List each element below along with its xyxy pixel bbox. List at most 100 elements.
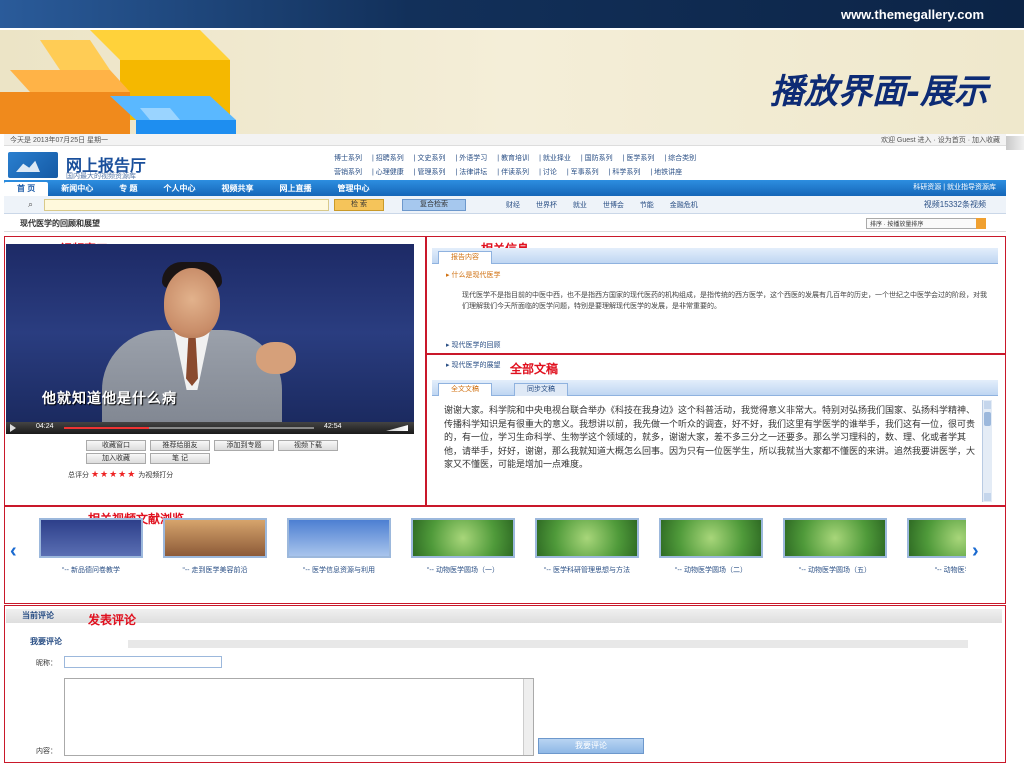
info-row-review[interactable]: ▸ 现代医学的回顾: [446, 340, 500, 350]
category-link[interactable]: 文史系列: [418, 155, 446, 162]
category-link[interactable]: 心理健康: [376, 169, 404, 176]
nav-tab-topics[interactable]: 专 题: [106, 183, 150, 194]
video-caption[interactable]: “-- 动物医学圆场（二）: [656, 566, 766, 575]
related-video-item[interactable]: “-- 动物医学圆场（二）: [656, 518, 766, 575]
video-caption[interactable]: “-- 动物医学（E: [904, 566, 966, 575]
nav-tab-home[interactable]: 首 页: [4, 182, 49, 196]
next-arrow-icon[interactable]: ›: [972, 540, 979, 563]
related-video-item[interactable]: “-- 走到医学美容前沿: [160, 518, 270, 575]
category-link[interactable]: 讨论: [543, 169, 557, 176]
category-link[interactable]: 营销系列: [334, 169, 362, 176]
category-link[interactable]: 外语学习: [459, 155, 487, 162]
category-link[interactable]: 医学系列: [626, 155, 654, 162]
related-video-item[interactable]: “-- 医学科研管理思想与方法: [532, 518, 642, 575]
scroll-down-icon[interactable]: [984, 493, 991, 501]
favorite-button[interactable]: 加入收藏: [86, 453, 146, 464]
recommend-button[interactable]: 推荐给朋友: [150, 440, 210, 451]
related-video-item[interactable]: “-- 动物医学（E: [904, 518, 966, 575]
player-action-buttons: 收藏窗口 推荐给朋友 添加到专题 视频下载 加入收藏 笔 记: [86, 440, 346, 464]
video-title-bar: 现代医学的回顾和展望 排序 · 按播放量排序: [4, 214, 1006, 232]
decorative-cubes-icon: [0, 30, 236, 134]
info-tab[interactable]: 报告内容: [438, 251, 492, 264]
sort-select[interactable]: 排序 · 按播放量排序: [866, 218, 986, 229]
search-icon: ⌕: [28, 199, 34, 209]
category-link[interactable]: 综合类别: [668, 155, 696, 162]
category-link[interactable]: 招聘系列: [376, 155, 404, 162]
hot-word-link[interactable]: 节能: [640, 202, 654, 209]
scroll-thumb[interactable]: [984, 412, 991, 426]
notes-button[interactable]: 笔 记: [150, 453, 210, 464]
nav-tab-admin[interactable]: 管理中心: [324, 183, 382, 194]
video-thumbnail[interactable]: [659, 518, 763, 558]
comment-textarea[interactable]: [64, 678, 534, 756]
category-link[interactable]: 地铁讲座: [654, 169, 682, 176]
sync-text-tab[interactable]: 同步文稿: [514, 383, 568, 396]
video-thumbnail[interactable]: [907, 518, 966, 558]
video-thumbnail[interactable]: [783, 518, 887, 558]
hot-word-link[interactable]: 财经: [506, 202, 520, 209]
nav-tab-share[interactable]: 视频共享: [208, 183, 266, 194]
advanced-search-button[interactable]: 复合检索: [402, 199, 466, 211]
category-link[interactable]: 管理系列: [418, 169, 446, 176]
video-thumbnail[interactable]: [163, 518, 267, 558]
video-player[interactable]: 他就知道他是什么病: [6, 244, 414, 422]
video-caption[interactable]: “-- 医学信息资源与利用: [284, 566, 394, 575]
hot-word-link[interactable]: 就业: [573, 202, 587, 209]
video-thumbnail[interactable]: [411, 518, 515, 558]
related-video-item[interactable]: “-- 动物医学圆场（一）: [408, 518, 518, 575]
hot-words: 财经 世界杯 就业 世博会 节能 金融危机: [506, 200, 712, 210]
search-button[interactable]: 检 索: [334, 199, 384, 211]
category-link[interactable]: 教育培训: [501, 155, 529, 162]
add-to-topic-button[interactable]: 添加到专题: [214, 440, 274, 451]
prev-arrow-icon[interactable]: ‹: [10, 540, 17, 563]
textarea-scrollbar[interactable]: [523, 679, 533, 755]
category-link[interactable]: 军事系列: [571, 169, 599, 176]
category-link[interactable]: 科学系列: [612, 169, 640, 176]
info-row-outlook[interactable]: ▸ 现代医学的展望: [446, 360, 500, 370]
rating-stars-icon[interactable]: ★★★★★: [91, 469, 136, 479]
hot-word-link[interactable]: 金融危机: [670, 202, 698, 209]
fulltext-tab[interactable]: 全文文稿: [438, 383, 492, 396]
nav-tab-live[interactable]: 网上直播: [266, 183, 324, 194]
video-caption[interactable]: “-- 走到医学美容前沿: [160, 566, 270, 575]
site-logo-icon[interactable]: [8, 152, 58, 178]
submit-comment-button[interactable]: 我要评论: [538, 738, 644, 754]
video-caption[interactable]: “-- 动物医学圆场（一）: [408, 566, 518, 575]
slide-url: www.themegallery.com: [840, 7, 984, 22]
volume-icon[interactable]: [386, 425, 408, 431]
scroll-up-icon[interactable]: [984, 401, 991, 409]
nickname-input[interactable]: [64, 656, 222, 668]
category-link[interactable]: 法律讲坛: [459, 169, 487, 176]
video-thumbnail[interactable]: [287, 518, 391, 558]
time-total: 42:54: [324, 423, 342, 430]
related-video-item[interactable]: “-- 医学信息资源与利用: [284, 518, 394, 575]
collect-window-button[interactable]: 收藏窗口: [86, 440, 146, 451]
nav-right-links[interactable]: 科研资源 | 就业指导资源库: [913, 182, 996, 192]
download-button[interactable]: 视频下载: [278, 440, 338, 451]
category-link[interactable]: 博士系列: [334, 155, 362, 162]
rating-label: 总评分: [68, 472, 89, 479]
nav-tab-personal[interactable]: 个人中心: [150, 183, 208, 194]
fulltext-scrollbar[interactable]: [982, 400, 992, 502]
video-caption[interactable]: “-- 医学科研管理思想与方法: [532, 566, 642, 575]
video-thumbnail[interactable]: [39, 518, 143, 558]
related-video-item[interactable]: “-- 新品德问卷教学: [36, 518, 146, 575]
hot-word-link[interactable]: 世博会: [603, 202, 624, 209]
info-row-what[interactable]: ▸ 什么是现代医学: [446, 270, 500, 280]
video-caption[interactable]: “-- 动物医学圆场（五）: [780, 566, 890, 575]
category-link[interactable]: 就业择业: [543, 155, 571, 162]
nav-tab-news[interactable]: 新闻中心: [48, 183, 106, 194]
video-thumbnail[interactable]: [535, 518, 639, 558]
related-video-list: “-- 新品德问卷教学 “-- 走到医学美容前沿 “-- 医学信息资源与利用 “…: [36, 518, 966, 588]
search-input[interactable]: [44, 199, 329, 211]
site-welcome-links[interactable]: 欢迎 Guest 进入 · 设为首页 · 加入收藏: [881, 135, 1000, 145]
related-video-item[interactable]: “-- 动物医学圆场（五）: [780, 518, 890, 575]
play-icon[interactable]: [10, 424, 16, 432]
progress-bar[interactable]: [64, 427, 314, 429]
hot-word-link[interactable]: 世界杯: [536, 202, 557, 209]
category-link[interactable]: 国防系列: [585, 155, 613, 162]
label-full-text: 全部文稿: [510, 362, 559, 376]
video-caption[interactable]: “-- 新品德问卷教学: [36, 566, 146, 575]
main-navbar: 首 页 新闻中心 专 题 个人中心 视频共享 网上直播 管理中心 科研资源 | …: [4, 180, 1006, 196]
category-link[interactable]: 伴读系列: [501, 169, 529, 176]
